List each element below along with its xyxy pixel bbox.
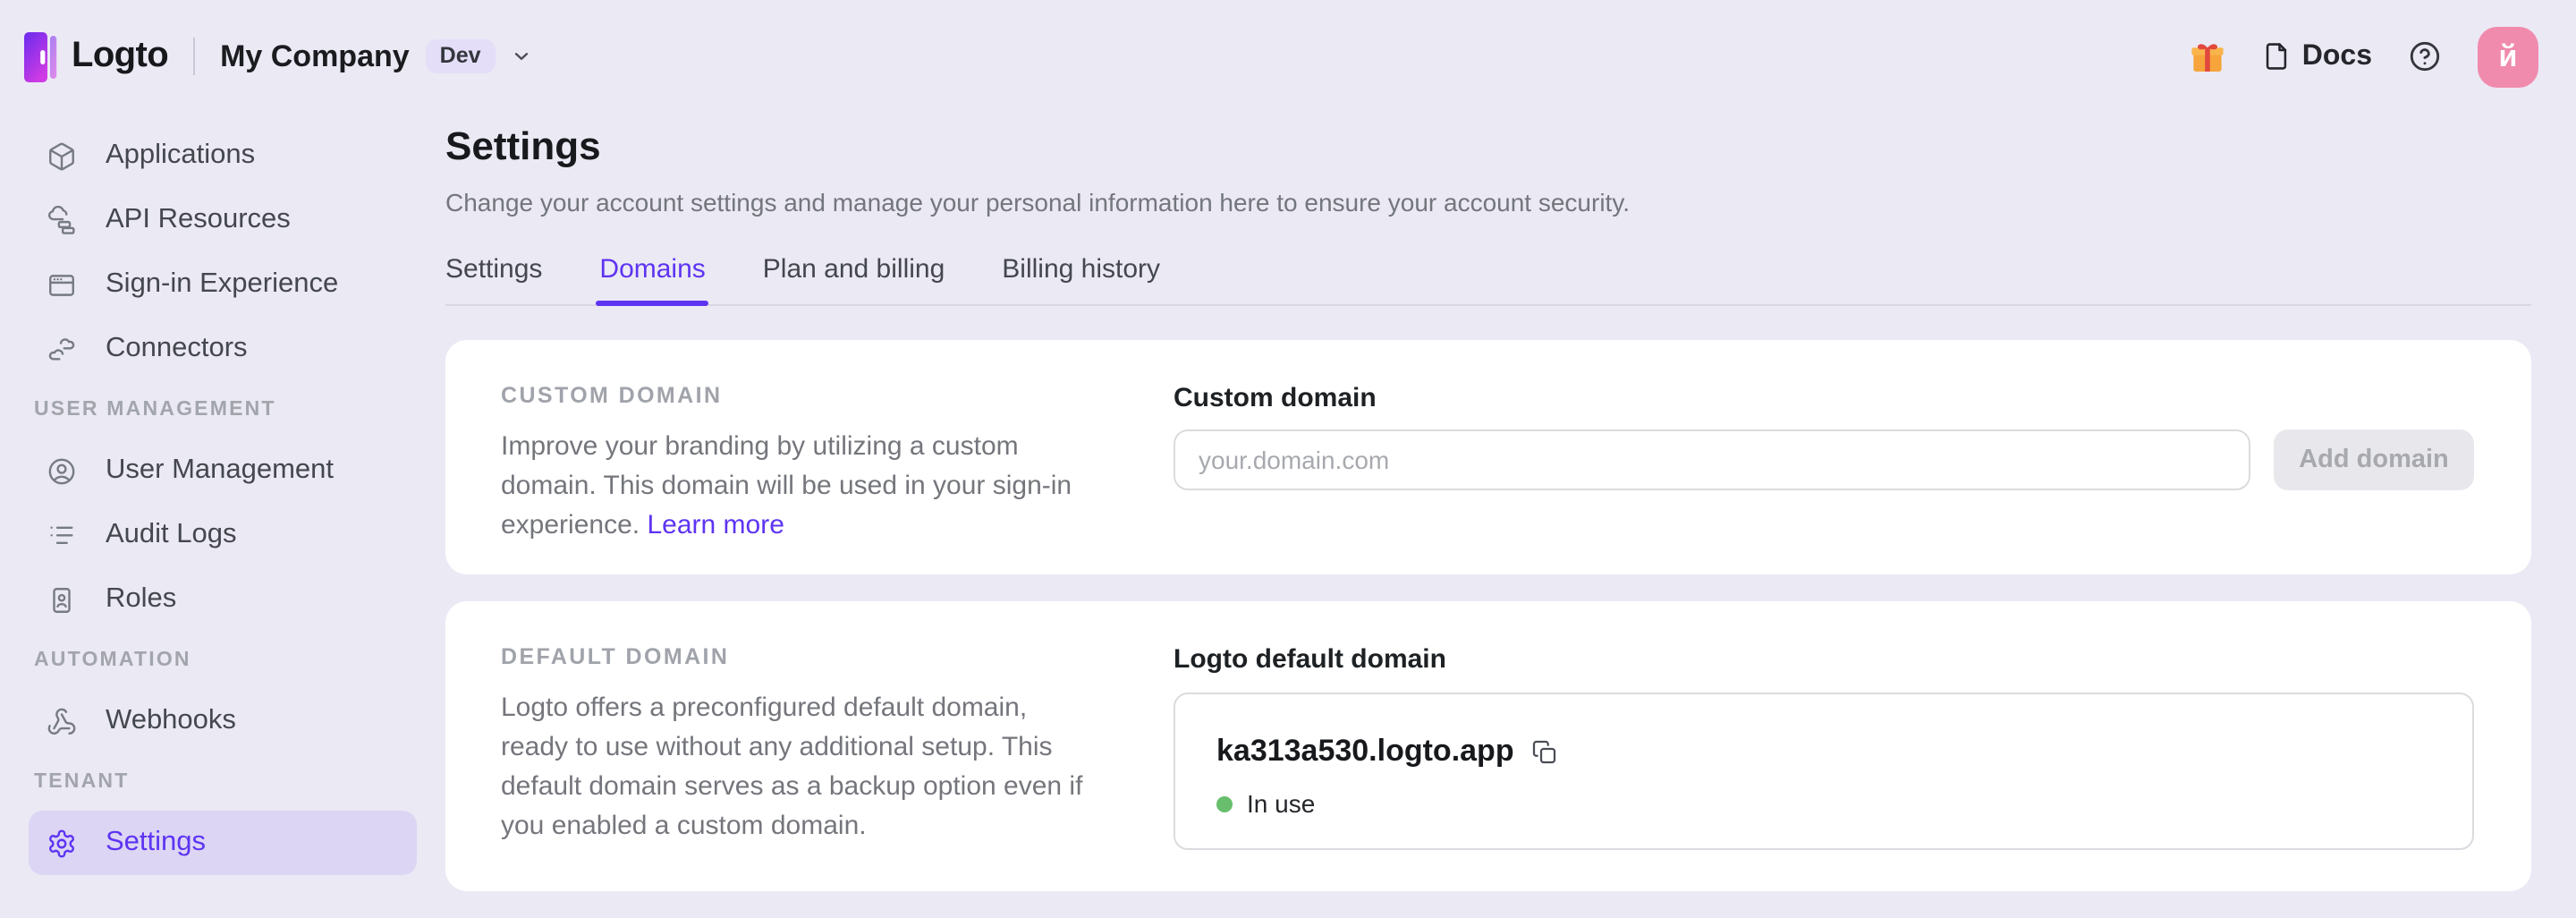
sidebar-item-applications[interactable]: Applications bbox=[29, 123, 417, 188]
webhooks-icon bbox=[43, 706, 79, 736]
header-divider bbox=[193, 38, 195, 75]
default-domain-section-title: DEFAULT DOMAIN bbox=[501, 644, 1174, 669]
chevron-down-icon[interactable] bbox=[510, 45, 533, 68]
app-window: Logto My Company Dev Docs bbox=[0, 0, 2576, 918]
sidebar-item-label: Applications bbox=[106, 140, 255, 172]
tab-bar: Settings Domains Plan and billing Billin… bbox=[445, 254, 2531, 304]
tenant-name[interactable]: My Company bbox=[220, 38, 410, 74]
help-icon[interactable] bbox=[2408, 39, 2442, 73]
user-management-icon bbox=[43, 455, 79, 486]
tab-bar-divider bbox=[445, 304, 2531, 306]
in-use-status-dot bbox=[1216, 795, 1233, 812]
custom-domain-input[interactable] bbox=[1174, 429, 2250, 490]
sidebar-item-label: Settings bbox=[106, 827, 206, 859]
tab-settings[interactable]: Settings bbox=[445, 254, 542, 304]
sidebar-item-label: Roles bbox=[106, 583, 176, 616]
sidebar-item-settings[interactable]: Settings bbox=[29, 811, 417, 875]
sidebar-section-tenant: TENANT bbox=[29, 753, 417, 811]
sidebar-item-audit-logs[interactable]: Audit Logs bbox=[29, 503, 417, 567]
sidebar-item-label: Connectors bbox=[106, 333, 248, 365]
api-resources-icon bbox=[43, 205, 79, 235]
tab-domains[interactable]: Domains bbox=[599, 254, 705, 304]
logo-wordmark: Logto bbox=[72, 36, 168, 77]
sidebar-section-automation: AUTOMATION bbox=[29, 632, 417, 689]
env-badge: Dev bbox=[426, 40, 496, 73]
sidebar-item-api-resources[interactable]: API Resources bbox=[29, 188, 417, 252]
default-domain-card: DEFAULT DOMAIN Logto offers a preconfigu… bbox=[445, 601, 2531, 891]
copy-icon[interactable] bbox=[1532, 738, 1559, 765]
sidebar-item-sign-in-experience[interactable]: Sign-in Experience bbox=[29, 252, 417, 317]
custom-domain-section-title: CUSTOM DOMAIN bbox=[501, 383, 1174, 408]
logto-logo[interactable]: Logto bbox=[23, 30, 168, 83]
sidebar: Applications API Resources bbox=[0, 113, 445, 875]
audit-logs-icon bbox=[43, 520, 79, 550]
custom-domain-description: Improve your branding by utilizing a cus… bbox=[501, 428, 1098, 546]
sidebar-item-connectors[interactable]: Connectors bbox=[29, 317, 417, 381]
sidebar-item-label: Webhooks bbox=[106, 705, 236, 737]
settings-gear-icon bbox=[43, 828, 79, 858]
sidebar-section-user-management: USER MANAGEMENT bbox=[29, 381, 417, 438]
sidebar-item-label: Audit Logs bbox=[106, 519, 237, 551]
page-description: Change your account settings and manage … bbox=[445, 184, 2531, 220]
sidebar-item-webhooks[interactable]: Webhooks bbox=[29, 689, 417, 753]
default-domain-field-label: Logto default domain bbox=[1174, 644, 2474, 675]
tab-plan-and-billing[interactable]: Plan and billing bbox=[763, 254, 945, 304]
default-domain-box: ka313a530.logto.app In use bbox=[1174, 693, 2474, 850]
main-content: Settings Change your account settings an… bbox=[445, 113, 2576, 891]
custom-domain-field-label: Custom domain bbox=[1174, 383, 2474, 413]
logto-door-icon bbox=[23, 30, 57, 83]
in-use-status-label: In use bbox=[1247, 789, 1315, 818]
docs-label: Docs bbox=[2302, 40, 2372, 72]
sidebar-item-roles[interactable]: Roles bbox=[29, 567, 417, 632]
tab-billing-history[interactable]: Billing history bbox=[1002, 254, 1160, 304]
top-bar: Logto My Company Dev Docs bbox=[0, 0, 2576, 113]
learn-more-link[interactable]: Learn more bbox=[647, 510, 784, 540]
sidebar-item-user-management[interactable]: User Management bbox=[29, 438, 417, 503]
docs-button[interactable]: Docs bbox=[2261, 40, 2372, 72]
add-domain-button[interactable]: Add domain bbox=[2274, 429, 2474, 490]
roles-icon bbox=[43, 584, 79, 615]
default-domain-description: Logto offers a preconfigured default dom… bbox=[501, 689, 1098, 846]
sidebar-item-label: User Management bbox=[106, 455, 334, 487]
sidebar-item-label: Sign-in Experience bbox=[106, 268, 338, 301]
document-icon bbox=[2261, 41, 2292, 72]
custom-domain-card: CUSTOM DOMAIN Improve your branding by u… bbox=[445, 340, 2531, 574]
custom-domain-description-text: Improve your branding by utilizing a cus… bbox=[501, 431, 1072, 540]
page-title: Settings bbox=[445, 120, 2531, 174]
gift-icon[interactable] bbox=[2190, 38, 2225, 74]
sign-in-experience-icon bbox=[43, 269, 79, 300]
sidebar-item-label: API Resources bbox=[106, 204, 291, 236]
applications-icon bbox=[43, 140, 79, 171]
default-domain-value: ka313a530.logto.app bbox=[1216, 734, 1514, 769]
connectors-icon bbox=[43, 334, 79, 364]
header-actions: Docs й bbox=[2190, 26, 2538, 87]
avatar[interactable]: й bbox=[2478, 26, 2538, 87]
